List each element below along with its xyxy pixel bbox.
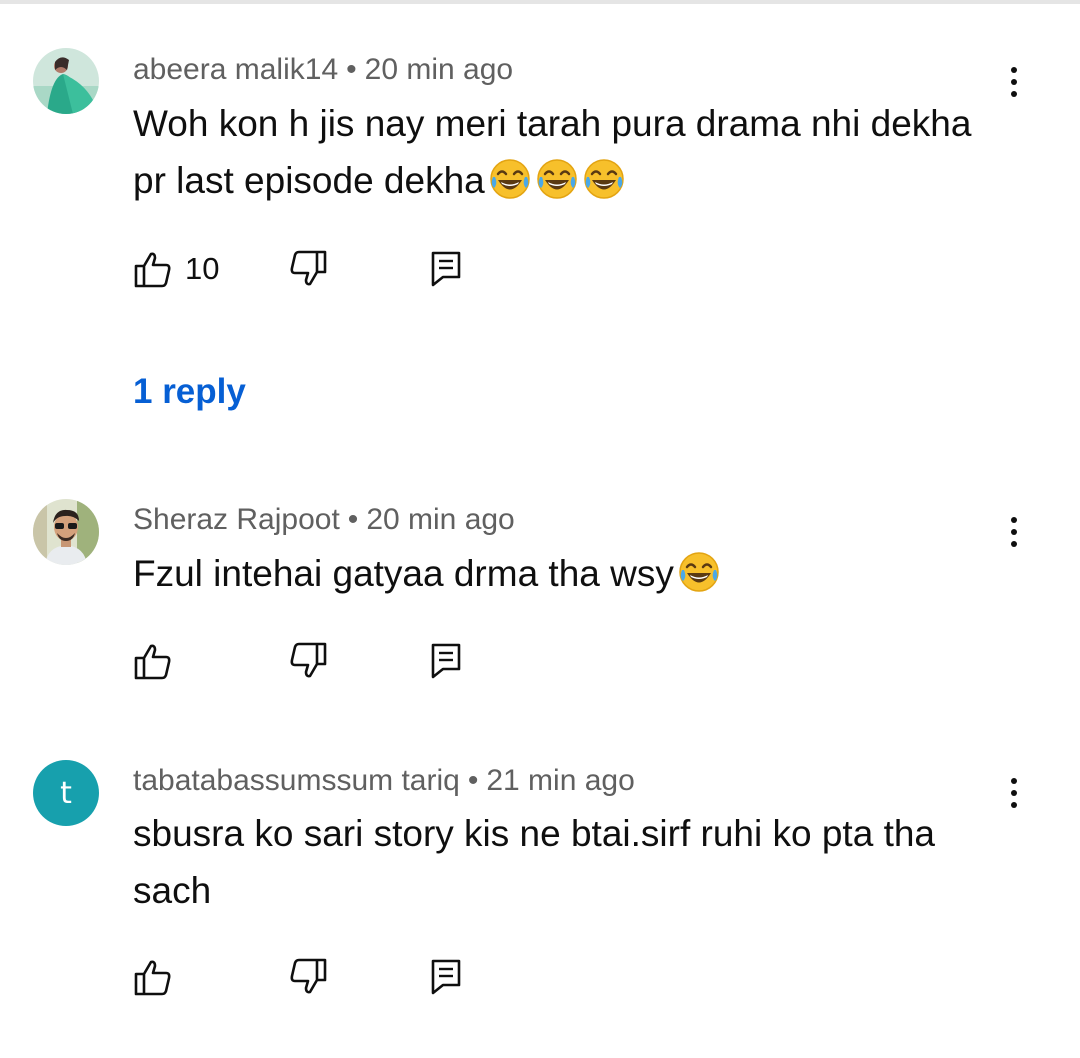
reply-icon xyxy=(431,959,461,995)
comment-text: Woh kon h jis nay meri tarah pura drama … xyxy=(133,95,1013,209)
meta-separator: • xyxy=(347,503,359,536)
dislike-button[interactable] xyxy=(288,249,328,289)
comment-time: 20 min ago xyxy=(364,53,514,86)
laughing-emoji-icon xyxy=(584,159,624,199)
comment-text-content: Fzul intehai gatyaa drma tha wsy xyxy=(133,553,674,594)
comment-actions xyxy=(133,641,493,681)
meta-separator: • xyxy=(467,764,479,797)
kebab-dot xyxy=(1011,529,1017,535)
avatar[interactable] xyxy=(33,48,99,114)
kebab-dot xyxy=(1011,790,1017,796)
comment-actions: 10 xyxy=(133,249,493,289)
comment-1: abeera malik14 • 20 min ago Woh kon h jis … xyxy=(0,0,1080,440)
comment-time: 21 min ago xyxy=(486,764,635,797)
kebab-dot xyxy=(1011,778,1017,784)
meta-separator: • xyxy=(346,53,357,86)
like-count: 10 xyxy=(185,251,220,286)
author-name[interactable]: tabatabassumssum tariq xyxy=(133,764,460,797)
comment-text-content: sbusra ko sari story kis ne btai.sirf ru… xyxy=(133,813,936,911)
avatar[interactable] xyxy=(33,499,99,565)
comment-text: Fzul intehai gatyaa drma tha wsy xyxy=(133,545,1013,602)
like-button[interactable] xyxy=(133,641,173,681)
thumbs-down-icon xyxy=(290,958,327,994)
author-name[interactable]: abeera malik14 xyxy=(133,53,338,86)
avatar-photo xyxy=(33,499,99,565)
like-button[interactable] xyxy=(133,957,173,997)
reply-button[interactable] xyxy=(431,957,461,997)
avatar-letter: t xyxy=(60,775,72,811)
comment-actions xyxy=(133,957,493,997)
thumbs-up-icon xyxy=(134,252,171,288)
view-replies-button[interactable]: 1 reply xyxy=(133,372,246,412)
laughing-emoji-icon xyxy=(490,159,530,199)
avatar-photo xyxy=(33,48,99,114)
comment-meta: abeera malik14 • 20 min ago xyxy=(133,55,513,85)
author-name[interactable]: Sheraz Rajpoot xyxy=(133,503,340,536)
reply-button[interactable] xyxy=(431,641,461,681)
like-button[interactable]: 10 xyxy=(133,249,219,289)
kebab-dot xyxy=(1011,517,1017,523)
laughing-emoji-icon xyxy=(679,552,719,592)
thumbs-down-icon xyxy=(290,250,327,286)
comment-text: sbusra ko sari story kis ne btai.sirf ru… xyxy=(133,805,1013,919)
dislike-button[interactable] xyxy=(288,641,328,681)
comment-meta: Sheraz Rajpoot • 20 min ago xyxy=(133,505,515,535)
reply-icon xyxy=(431,251,461,287)
thumbs-down-icon xyxy=(290,642,327,678)
avatar[interactable]: t xyxy=(33,760,99,826)
laughing-emoji-icon xyxy=(537,159,577,199)
comment-meta: tabatabassumssum tariq • 21 min ago xyxy=(133,766,635,796)
thumbs-up-icon xyxy=(134,960,171,996)
comment-time: 20 min ago xyxy=(366,503,515,536)
reply-icon xyxy=(431,643,461,679)
dislike-button[interactable] xyxy=(288,957,328,997)
kebab-dot xyxy=(1011,67,1017,73)
thumbs-up-icon xyxy=(134,644,171,680)
reply-button[interactable] xyxy=(431,249,461,289)
kebab-dot xyxy=(1011,79,1017,85)
